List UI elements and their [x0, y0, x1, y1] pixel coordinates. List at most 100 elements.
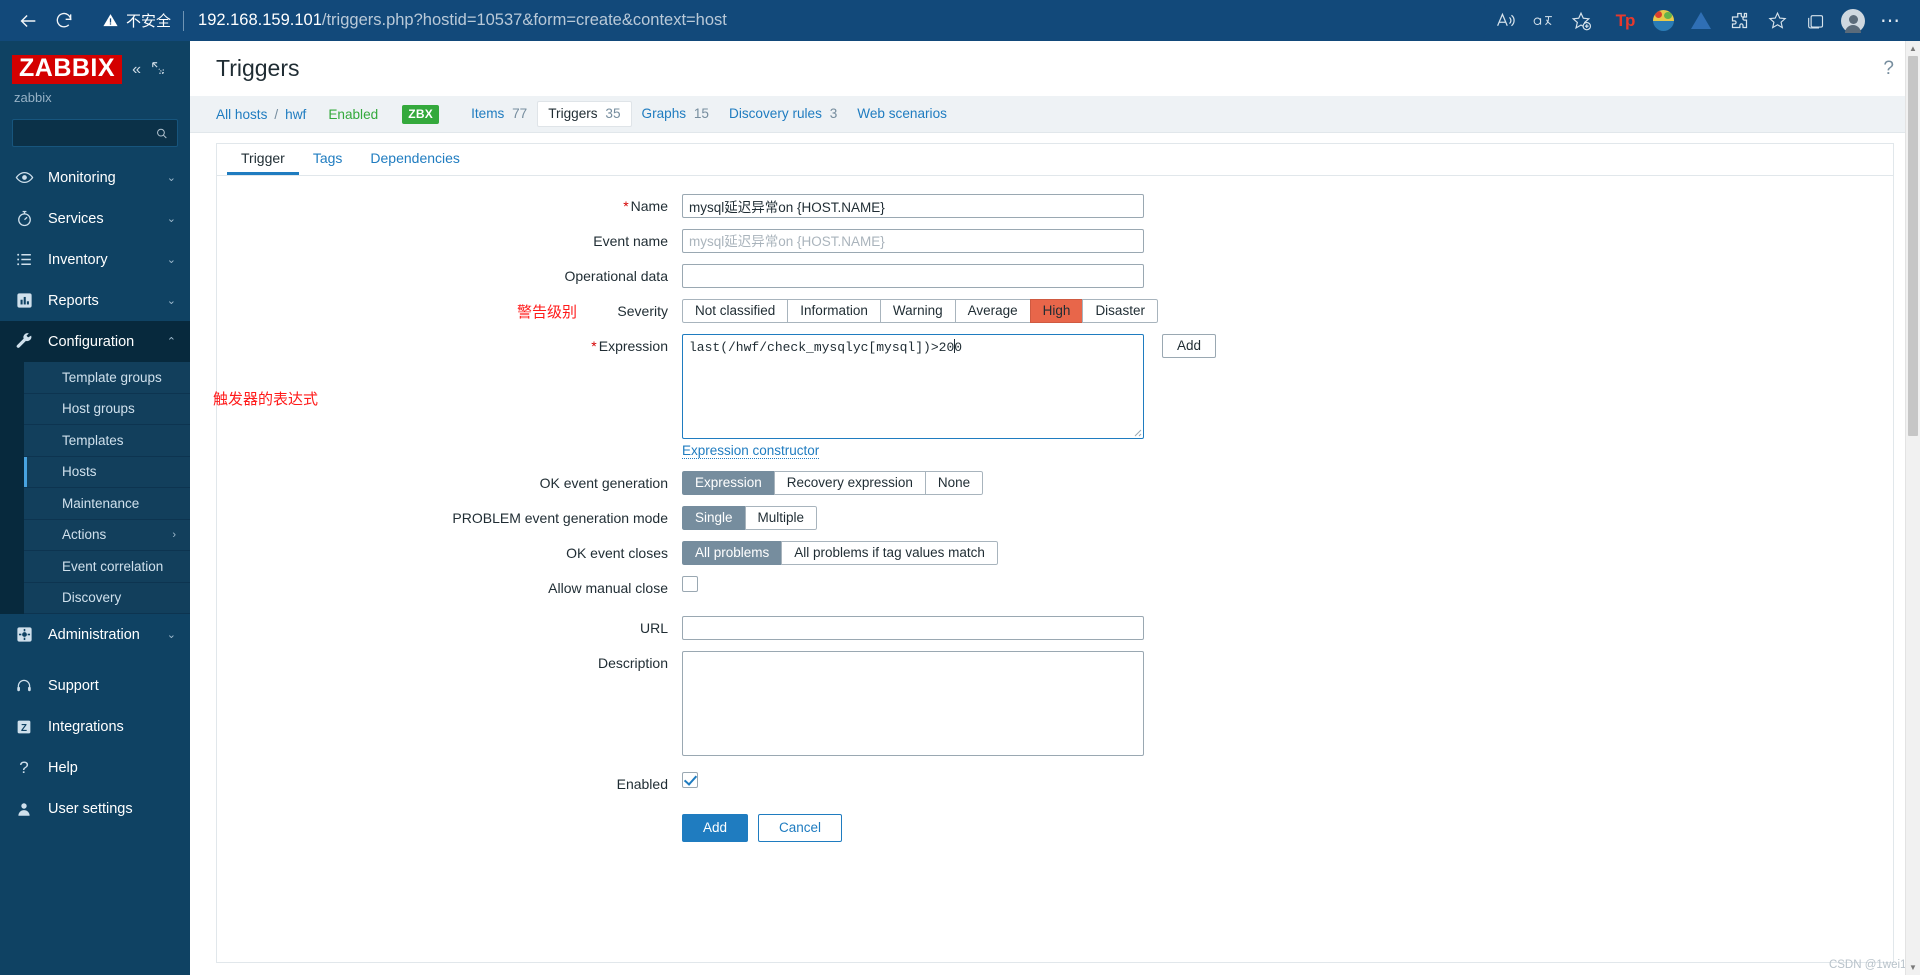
sidebar-subitem-hosts[interactable]: Hosts [24, 456, 190, 488]
user-icon [14, 800, 34, 818]
tp-extension-icon[interactable]: Tp [1606, 3, 1644, 39]
sidebar-subitem-templates[interactable]: Templates [24, 425, 190, 457]
chevron-right-icon: › [172, 528, 176, 541]
operational-data-input[interactable] [682, 264, 1144, 288]
puzzle-extensions-icon[interactable] [1720, 3, 1758, 39]
annotation-severity: 警告级别 [517, 303, 578, 321]
search-input[interactable] [21, 124, 156, 142]
description-textarea[interactable] [682, 651, 1144, 756]
severity-option-high[interactable]: High [1029, 299, 1083, 323]
profile-avatar-icon[interactable] [1834, 3, 1872, 39]
scrollbar-thumb[interactable] [1908, 56, 1918, 436]
sidebar-item-configuration[interactable]: Configuration ⌃ [0, 321, 190, 362]
sidebar-item-support[interactable]: Support [0, 665, 190, 706]
sidebar-search[interactable] [12, 119, 178, 147]
sidebar-item-help[interactable]: ? Help [0, 747, 190, 788]
problem-event-mode-selector: Single Multiple [682, 506, 818, 530]
form-row-enabled: Enabled [217, 772, 1893, 796]
search-icon [157, 128, 168, 138]
sidebar-subitem-event-correlation[interactable]: Event correlation [24, 551, 190, 583]
hide-sidebar-icon[interactable] [151, 61, 165, 78]
ok-event-generation-option-expression[interactable]: Expression [682, 471, 774, 495]
breadcrumb-tab-triggers[interactable]: Triggers 35 [537, 101, 632, 127]
breadcrumb-tab-discovery-rules[interactable]: Discovery rules 3 [719, 102, 847, 126]
triangle-extension-icon[interactable] [1682, 3, 1720, 39]
scroll-down-icon[interactable]: ▼ [1906, 960, 1920, 975]
tab-count: 3 [829, 106, 838, 121]
breadcrumb-tab-web-scenarios[interactable]: Web scenarios [847, 102, 957, 126]
reload-icon[interactable] [46, 3, 82, 39]
address-divider [183, 10, 185, 31]
sidebar-subitem-template-groups[interactable]: Template groups [24, 362, 190, 394]
expression-add-button[interactable]: Add [1162, 334, 1217, 358]
read-aloud-icon[interactable] [1486, 3, 1524, 39]
ok-event-closes-option-tag-values-match[interactable]: All problems if tag values match [781, 541, 998, 565]
breadcrumb-tab-graphs[interactable]: Graphs 15 [632, 102, 719, 126]
svg-text:Z: Z [21, 722, 27, 733]
sidebar-subitem-actions[interactable]: Actions › [24, 519, 190, 551]
ok-event-generation-label: OK event generation [539, 475, 668, 491]
favorites-star-icon[interactable] [1758, 3, 1796, 39]
tab-trigger[interactable]: Trigger [227, 144, 299, 175]
severity-option-disaster[interactable]: Disaster [1082, 299, 1158, 323]
breadcrumb-tab-items[interactable]: Items 77 [461, 102, 537, 126]
ok-event-closes-option-all-problems[interactable]: All problems [682, 541, 782, 565]
severity-option-warning[interactable]: Warning [879, 299, 955, 323]
allow-manual-close-checkbox[interactable] [682, 576, 698, 592]
sidebar-item-inventory[interactable]: Inventory ⌄ [0, 239, 190, 280]
sidebar-item-user-settings[interactable]: User settings [0, 788, 190, 829]
address-bar[interactable]: 不安全 192.168.159.101/triggers.php?hostid=… [88, 3, 1486, 38]
sidebar-subitem-label: Discovery [62, 590, 122, 606]
host-status-label[interactable]: Enabled [328, 107, 378, 122]
sidebar-item-administration[interactable]: Administration ⌄ [0, 614, 190, 655]
form-row-event-name: Event name [217, 229, 1893, 253]
trigger-form-card: Trigger Tags Dependencies *Name Event na… [213, 143, 1894, 963]
name-input[interactable] [682, 194, 1144, 218]
fruit-extension-icon[interactable] [1644, 3, 1682, 39]
sidebar-subitem-host-groups[interactable]: Host groups [24, 393, 190, 425]
wrench-icon [14, 332, 34, 351]
tab-label: Items [471, 106, 505, 121]
event-name-input[interactable] [682, 229, 1144, 253]
breadcrumb-host[interactable]: hwf [285, 107, 306, 122]
required-marker: * [591, 338, 597, 354]
scroll-up-icon[interactable]: ▲ [1906, 41, 1920, 56]
help-question-icon[interactable]: ? [1883, 58, 1894, 80]
collapse-sidebar-icon[interactable]: « [132, 61, 141, 78]
sidebar-item-integrations[interactable]: Z Integrations [0, 706, 190, 747]
add-favorite-icon[interactable] [1562, 3, 1600, 39]
problem-event-mode-option-multiple[interactable]: Multiple [744, 506, 818, 530]
security-warning[interactable]: 不安全 [88, 10, 183, 31]
severity-selector: Not classified Information Warning Avera… [682, 299, 1158, 323]
severity-option-average[interactable]: Average [954, 299, 1030, 323]
sidebar-item-reports[interactable]: Reports ⌄ [0, 280, 190, 321]
url-input[interactable] [682, 616, 1144, 640]
ok-event-generation-option-none[interactable]: None [924, 471, 984, 495]
expression-constructor-link[interactable]: Expression constructor [682, 443, 820, 459]
sidebar-item-services[interactable]: Services ⌄ [0, 198, 190, 239]
severity-option-not-classified[interactable]: Not classified [682, 299, 788, 323]
form-row-ok-event-generation: OK event generation Expression Recovery … [217, 471, 1893, 495]
severity-option-information[interactable]: Information [787, 299, 880, 323]
sidebar-subitem-maintenance[interactable]: Maintenance [24, 488, 190, 520]
back-arrow-icon[interactable] [10, 3, 46, 39]
browser-toolbar: 不安全 192.168.159.101/triggers.php?hostid=… [0, 0, 1920, 41]
problem-event-mode-option-single[interactable]: Single [682, 506, 745, 530]
enabled-checkbox[interactable] [682, 772, 698, 788]
tab-dependencies[interactable]: Dependencies [356, 144, 474, 175]
collections-icon[interactable] [1796, 3, 1834, 39]
vertical-scrollbar[interactable]: ▲ ▼ [1905, 41, 1920, 975]
submit-button[interactable]: Add [682, 814, 749, 842]
sidebar-item-monitoring[interactable]: Monitoring ⌄ [0, 157, 190, 198]
ok-event-generation-selector: Expression Recovery expression None [682, 471, 984, 495]
tab-tags[interactable]: Tags [299, 144, 357, 175]
sidebar-subitem-discovery[interactable]: Discovery [24, 582, 190, 614]
settings-more-icon[interactable]: ⋯ [1872, 3, 1910, 39]
ok-event-generation-option-recovery-expression[interactable]: Recovery expression [773, 471, 925, 495]
cancel-button[interactable]: Cancel [758, 814, 843, 842]
expression-textarea[interactable]: last(/hwf/check_mysqlyc[mysql])>200 [682, 334, 1144, 439]
question-icon: ? [19, 757, 29, 777]
breadcrumb-all-hosts[interactable]: All hosts [216, 107, 267, 122]
translate-icon[interactable] [1524, 3, 1562, 39]
list-icon [14, 250, 34, 269]
